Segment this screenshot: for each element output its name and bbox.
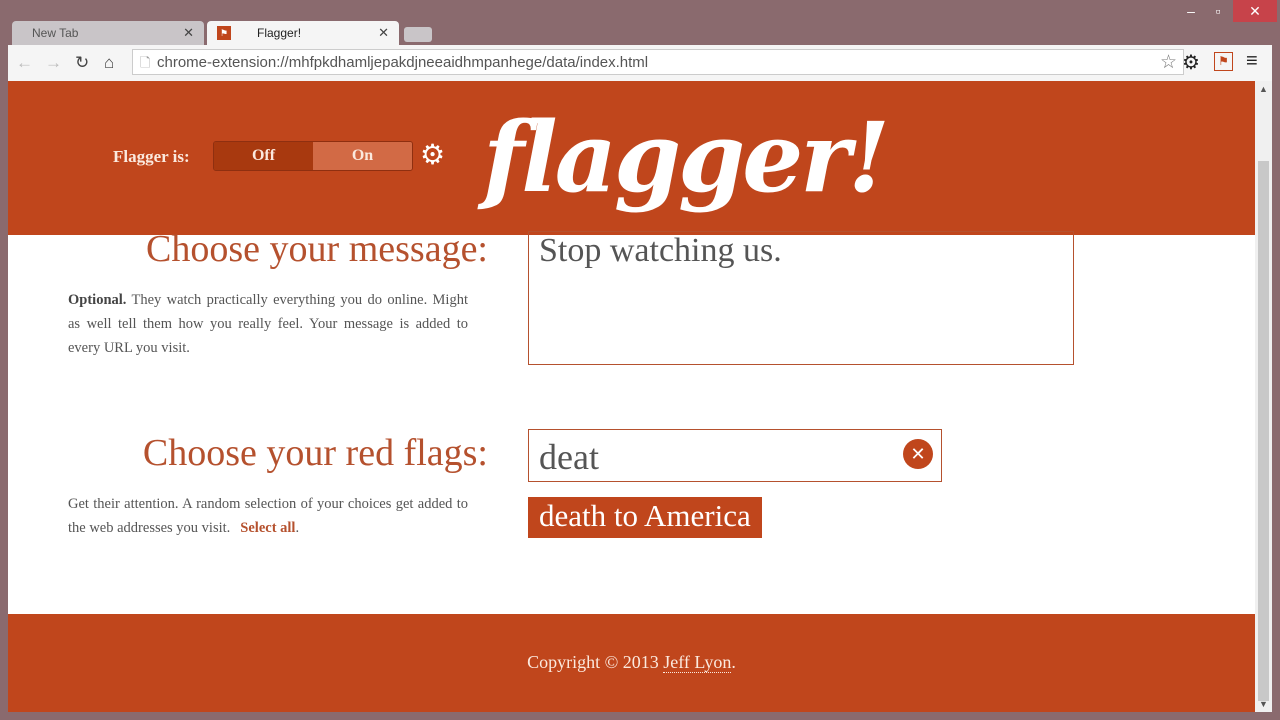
- close-window-icon[interactable]: ✕: [1233, 0, 1277, 22]
- flags-description: Get their attention. A random selection …: [68, 496, 468, 536]
- scroll-down-icon[interactable]: ▼: [1259, 699, 1268, 709]
- minimize-icon[interactable]: –: [1180, 0, 1202, 22]
- settings-gear-icon[interactable]: ⚙: [420, 138, 445, 172]
- flag-icon[interactable]: ⚑: [1214, 52, 1233, 71]
- tab-label: New Tab: [32, 26, 79, 40]
- message-textarea[interactable]: Stop watching us.: [528, 231, 1074, 365]
- author-link[interactable]: Jeff Lyon: [663, 652, 732, 673]
- message-description: Optional. They watch practically everyth…: [68, 288, 468, 360]
- footer-suffix: .: [731, 652, 736, 672]
- tab-new-tab[interactable]: New Tab ✕: [12, 21, 204, 45]
- tab-flagger[interactable]: ⚑ Flagger! ✕: [207, 21, 399, 45]
- message-desc-text: They watch practically everything you do…: [68, 292, 468, 356]
- star-icon[interactable]: ☆: [1160, 51, 1177, 74]
- status-label: Flagger is:: [113, 147, 190, 166]
- close-tab-icon[interactable]: ✕: [183, 25, 194, 41]
- toggle-on[interactable]: On: [313, 142, 412, 170]
- forward-icon[interactable]: →: [45, 53, 62, 73]
- flag-suggestion[interactable]: death to America: [528, 497, 762, 538]
- browser-toolbar: ← → ↻ ⌂ 🗋 chrome-extension://mhfpkdhamlje…: [8, 45, 1272, 81]
- copyright-text: Copyright © 2013: [527, 652, 664, 672]
- maximize-icon[interactable]: ▫: [1206, 0, 1230, 22]
- page-header: Flagger is: Off On ⚙ flagger!: [8, 81, 1255, 235]
- select-all-link[interactable]: Select all: [240, 520, 295, 536]
- logo: flagger!: [483, 101, 890, 214]
- gear-icon[interactable]: ⚙: [1182, 50, 1200, 75]
- page-icon: 🗋: [140, 55, 151, 70]
- flags-heading: Choose your red flags:: [142, 432, 488, 474]
- scroll-thumb[interactable]: [1258, 161, 1269, 701]
- new-tab-button[interactable]: [404, 27, 432, 42]
- scrollbar[interactable]: ▲ ▼: [1255, 81, 1272, 712]
- menu-icon[interactable]: ≡: [1246, 50, 1258, 73]
- scroll-up-icon[interactable]: ▲: [1259, 84, 1268, 94]
- page-content: Flagger is: Off On ⚙ flagger! Choose you…: [8, 81, 1255, 712]
- reload-icon[interactable]: ↻: [75, 53, 89, 73]
- back-icon[interactable]: ←: [16, 53, 33, 73]
- toggle-off[interactable]: Off: [214, 142, 313, 170]
- flag-icon: ⚑: [217, 26, 231, 40]
- input-value: deat: [539, 437, 599, 477]
- tab-label: Flagger!: [257, 26, 302, 40]
- address-bar[interactable]: 🗋 chrome-extension://mhfpkdhamljepakdjnee…: [132, 49, 1184, 75]
- close-tab-icon[interactable]: ✕: [378, 25, 389, 41]
- footer: Copyright © 2013 Jeff Lyon.: [8, 614, 1255, 712]
- message-heading: Choose your message:: [146, 228, 488, 270]
- home-icon[interactable]: ⌂: [104, 53, 114, 73]
- clear-icon[interactable]: ✕: [903, 439, 933, 469]
- on-off-toggle[interactable]: Off On: [213, 141, 413, 171]
- url-text: chrome-extension://mhfpkdhamljepakdjneea…: [157, 54, 649, 71]
- flag-search-input[interactable]: deat ✕: [528, 429, 942, 482]
- optional-label: Optional.: [68, 292, 127, 308]
